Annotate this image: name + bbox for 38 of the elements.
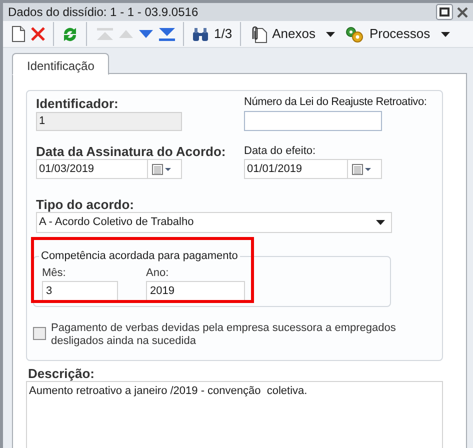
close-icon[interactable] (457, 6, 468, 18)
calendar-icon[interactable] (152, 164, 171, 174)
date-field[interactable]: 01/03/2019 (36, 159, 182, 179)
field-label: Data do efeito: (244, 144, 317, 159)
field-label: Número da Lei do Reajuste Retroativo: (244, 95, 427, 110)
field-label: Tipo do acordo: (36, 197, 135, 212)
input-field[interactable] (244, 111, 382, 131)
delete-icon (31, 27, 45, 41)
field-label: Identificador: (36, 96, 120, 111)
restore-icon[interactable] (436, 4, 453, 20)
input-field[interactable]: 2019 (146, 280, 245, 300)
down-icon (139, 30, 153, 38)
text-area[interactable]: Aumento retroativo a janeiro /2019 - convenção coletiva. (26, 381, 443, 448)
binoculars-icon (192, 26, 209, 42)
dropdown[interactable]: A - Acordo Coletivo de Trabalho (36, 212, 392, 233)
caret-icon (441, 32, 450, 36)
date-field[interactable]: 01/01/2019 (244, 159, 382, 179)
calendar-icon[interactable] (352, 164, 371, 174)
group-title: Competência acordada para pagamento (40, 249, 239, 264)
record-counter-button[interactable]: 1/3 (189, 21, 236, 47)
field-label: Data da Assinatura do Acordo: (36, 144, 227, 159)
caret-icon (376, 220, 385, 225)
field-label: Descrição: (28, 366, 96, 381)
field-label: Mês: (42, 266, 67, 280)
window-title: Dados do dissídio: 1 - 1 - 03.9.0516 (8, 4, 200, 21)
first-icon (97, 28, 113, 40)
page-icon (12, 26, 25, 42)
field-label: Ano: (146, 266, 170, 280)
refresh-icon (62, 26, 78, 42)
tab[interactable]: Identificação (12, 53, 110, 75)
caret-icon (326, 32, 336, 36)
checkbox[interactable] (33, 327, 46, 340)
input-field[interactable]: 3 (42, 280, 118, 300)
up-icon (119, 30, 133, 38)
processes-button[interactable]: Processos (342, 21, 458, 47)
checkbox-label[interactable]: Pagamento de verbas devidas pela empresa sucessora a empregados desligados ainda na sucedida (51, 322, 401, 348)
last-icon (159, 28, 175, 40)
attachments-button[interactable]: Anexos (246, 21, 342, 47)
